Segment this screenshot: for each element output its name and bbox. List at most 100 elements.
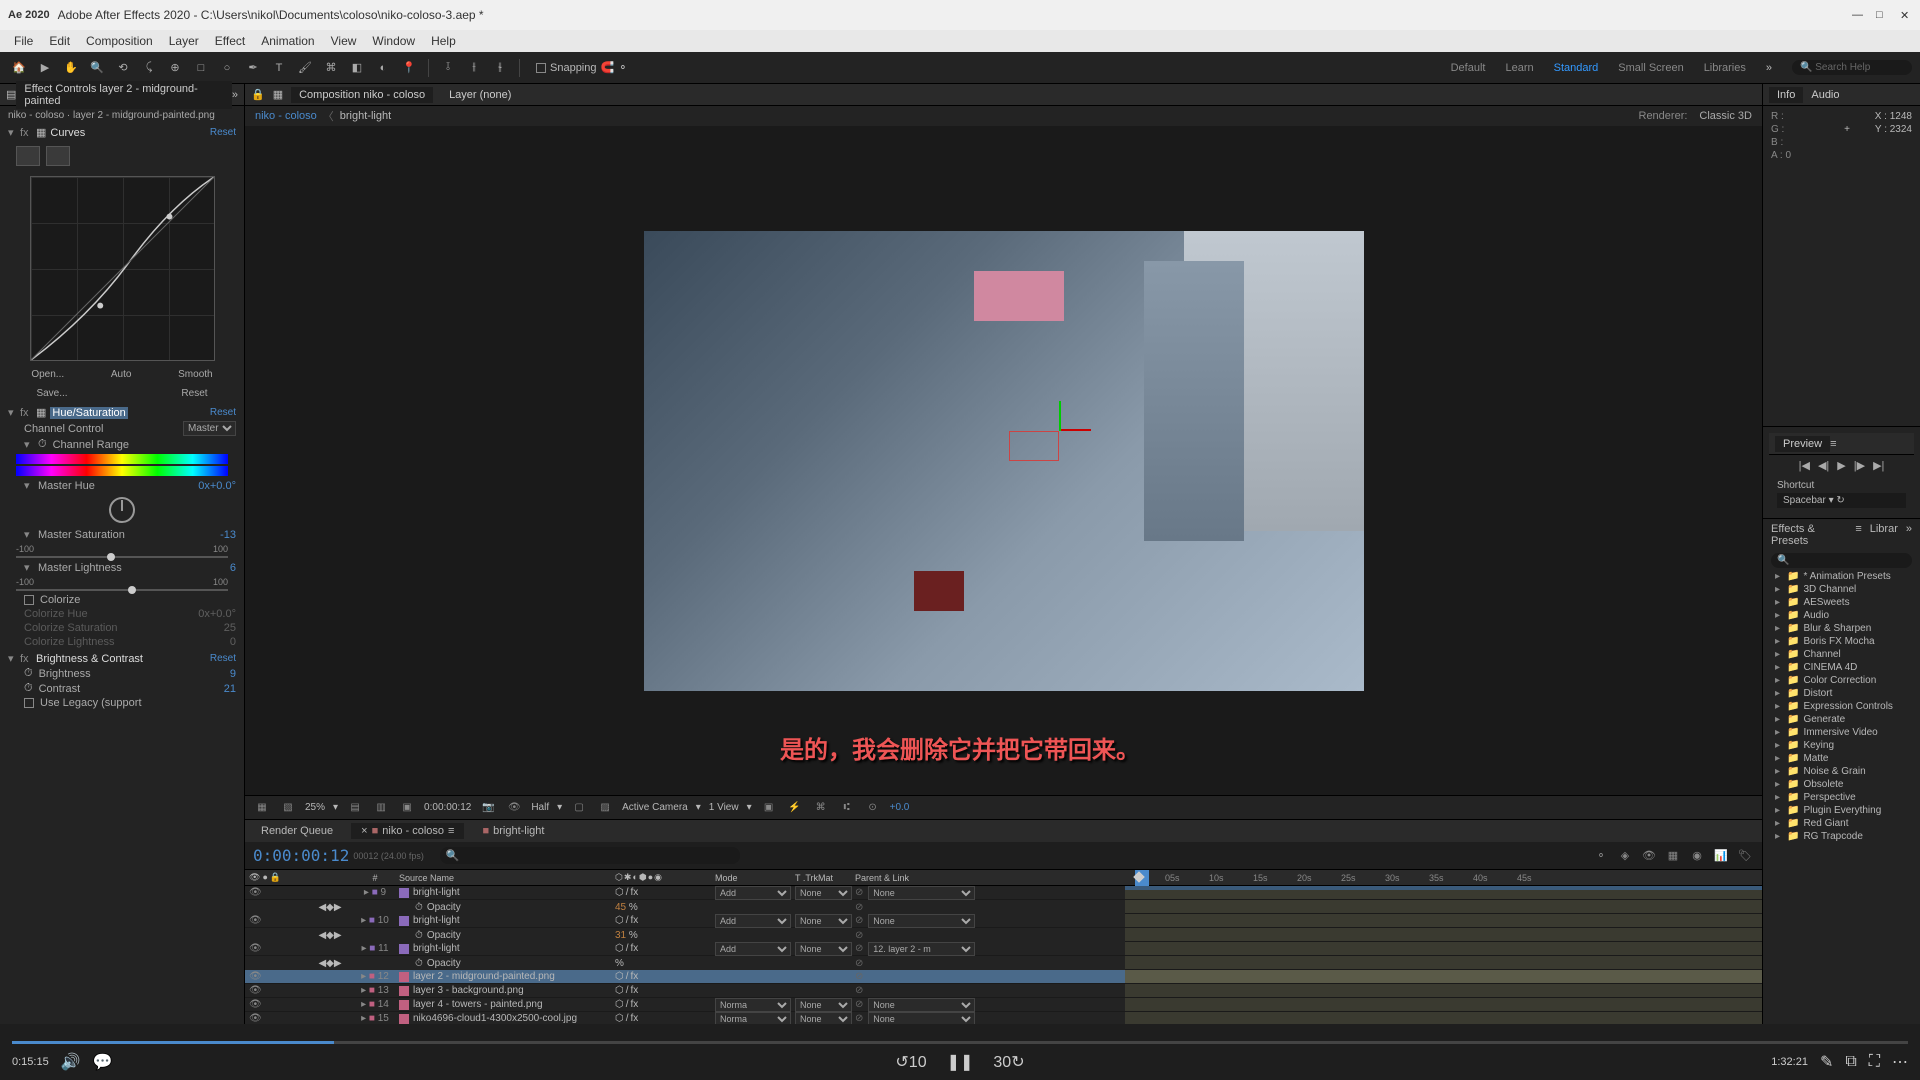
effect-category[interactable]: ▸📁 Generate — [1767, 713, 1916, 726]
eye-icon[interactable]: 👁 — [249, 1013, 261, 1024]
zoom-tool-icon[interactable]: 🔍 — [86, 57, 108, 79]
twirl-icon[interactable]: ▾ — [24, 528, 32, 541]
menu-icon[interactable]: ≡ — [1855, 523, 1861, 547]
effect-category[interactable]: ▸📁 Matte — [1767, 752, 1916, 765]
fx-switch-icon[interactable]: fx — [631, 1013, 639, 1024]
ellipse-tool-icon[interactable]: ○ — [216, 57, 238, 79]
puppet-tool-icon[interactable]: 📍 — [398, 57, 420, 79]
forward-icon[interactable]: 30↻ — [993, 1052, 1024, 1072]
effect-category[interactable]: ▸📁 RG Trapcode — [1767, 830, 1916, 843]
pen-tool-icon[interactable]: ✒ — [242, 57, 264, 79]
fx-switch-icon[interactable]: fx — [631, 971, 639, 982]
selection-bounds[interactable] — [1009, 431, 1059, 461]
effect-category[interactable]: ▸📁 * Animation Presets — [1767, 570, 1916, 583]
fx-switch-icon[interactable]: fx — [631, 985, 639, 996]
layer-property-row[interactable]: ◀◆▶ ⏱ Opacity 31 % ⊘ — [245, 928, 1125, 942]
lightness-slider[interactable] — [16, 589, 228, 591]
twirl-icon[interactable]: ▸ — [1775, 727, 1783, 738]
link-icon[interactable]: ⊘ — [855, 902, 867, 913]
contrast-value[interactable]: 21 — [224, 683, 236, 695]
layer-row[interactable]: 👁 ▸ ■ 15 niko4696-cloud1-4300x2500-cool.… — [245, 1012, 1125, 1024]
opacity-value[interactable]: 45 — [615, 902, 626, 913]
workspace-learn[interactable]: Learn — [1505, 62, 1533, 74]
fx-icon[interactable]: fx — [20, 407, 32, 419]
parent-select[interactable]: None — [868, 1012, 975, 1025]
exposure-value[interactable]: +0.0 — [890, 802, 910, 813]
hand-tool-icon[interactable]: ✋ — [60, 57, 82, 79]
layer-row[interactable]: 👁 ▸ ■ 12 layer 2 - midground-painted.png… — [245, 970, 1125, 984]
clone-tool-icon[interactable]: ⌘ — [320, 57, 342, 79]
chevron-down-icon[interactable]: ▾ — [557, 802, 562, 813]
link-icon[interactable]: ⊘ — [855, 943, 866, 954]
eye-icon[interactable]: 👁 — [249, 985, 261, 996]
layer-name[interactable]: bright-light — [413, 915, 460, 926]
work-area-bar[interactable] — [1125, 886, 1762, 890]
menu-layer[interactable]: Layer — [161, 34, 207, 48]
composition-tab[interactable]: Composition niko - coloso — [291, 87, 433, 103]
search-help-input[interactable]: 🔍 Search Help — [1792, 60, 1912, 75]
draw-icon[interactable]: ✎ — [1820, 1052, 1833, 1072]
saturation-slider[interactable] — [16, 556, 228, 558]
switch-icon[interactable]: ◐ — [632, 872, 637, 883]
rotate-tool-icon[interactable]: ⤹ — [138, 57, 160, 79]
more-icon[interactable]: » — [1906, 523, 1912, 547]
twirl-icon[interactable]: ▸ — [1775, 714, 1783, 725]
markers-icon[interactable]: 🏷 — [1736, 847, 1754, 865]
switch-icon[interactable]: ⬡ — [615, 872, 623, 883]
colorize-checkbox[interactable] — [24, 595, 34, 605]
track-row[interactable] — [1125, 942, 1762, 956]
trkmat-select[interactable]: None — [795, 914, 852, 928]
twirl-icon[interactable]: ▸ — [1775, 610, 1783, 621]
blend-mode-select[interactable]: Add — [715, 942, 791, 956]
axis2-icon[interactable]: ⫲ — [463, 57, 485, 79]
renderer-value[interactable]: Classic 3D — [1699, 110, 1752, 122]
parent-select[interactable]: None — [868, 914, 975, 928]
stopwatch-icon[interactable]: ⏱ — [415, 958, 423, 969]
close-icon[interactable]: ✕ — [1900, 9, 1912, 21]
twirl-icon[interactable]: ▾ — [8, 652, 16, 665]
effect-category[interactable]: ▸📁 Noise & Grain — [1767, 765, 1916, 778]
libraries-tab[interactable]: Librar — [1870, 523, 1898, 547]
reset-link[interactable]: Reset — [210, 407, 236, 418]
menu-help[interactable]: Help — [423, 34, 464, 48]
timeline-icon[interactable]: ⌘ — [812, 799, 830, 817]
graph-editor-icon[interactable]: 📊 — [1712, 847, 1730, 865]
layer-name[interactable]: bright-light — [413, 887, 460, 898]
effect-category[interactable]: ▸📁 Immersive Video — [1767, 726, 1916, 739]
effect-category[interactable]: ▸📁 Keying — [1767, 739, 1916, 752]
switch-icon[interactable]: / — [626, 999, 629, 1010]
menu-icon[interactable]: ≡ — [1830, 438, 1836, 450]
axis3-icon[interactable]: ⫳ — [489, 57, 511, 79]
curves-mode-bezier[interactable] — [16, 146, 40, 166]
switch-icon[interactable]: / — [626, 985, 629, 996]
twirl-icon[interactable]: ▸ — [1775, 766, 1783, 777]
label-color-icon[interactable]: ■ — [369, 1013, 375, 1024]
workspace-more-icon[interactable]: » — [1766, 62, 1772, 74]
eye-icon[interactable]: 👁 — [249, 887, 261, 898]
track-row[interactable] — [1125, 998, 1762, 1012]
col-source-name[interactable]: Source Name — [395, 873, 615, 883]
link-icon[interactable]: ⊘ — [855, 999, 866, 1010]
hue-range-bottom[interactable] — [16, 466, 228, 476]
twirl-icon[interactable]: ▸ — [1775, 688, 1783, 699]
track-row[interactable] — [1125, 1012, 1762, 1024]
switch-icon[interactable]: / — [626, 915, 629, 926]
transparency-icon[interactable]: ▨ — [596, 799, 614, 817]
reset-link[interactable]: Reset — [210, 653, 236, 664]
track-row[interactable] — [1125, 970, 1762, 984]
brightness-value[interactable]: 9 — [230, 668, 236, 680]
effect-category[interactable]: ▸📁 Audio — [1767, 609, 1916, 622]
track-row[interactable] — [1125, 984, 1762, 998]
layer-name[interactable]: layer 3 - background.png — [413, 985, 524, 996]
menu-composition[interactable]: Composition — [78, 34, 161, 48]
layer-name[interactable]: bright-light — [413, 943, 460, 954]
roi-icon[interactable]: ▢ — [570, 799, 588, 817]
workspace-small[interactable]: Small Screen — [1618, 62, 1683, 74]
layer-tab[interactable]: Layer (none) — [441, 87, 519, 103]
blend-mode-select[interactable]: Add — [715, 886, 791, 900]
rect-tool-icon[interactable]: □ — [190, 57, 212, 79]
twirl-icon[interactable]: ▾ — [24, 479, 32, 492]
pip-icon[interactable]: ⧉ — [1845, 1053, 1856, 1071]
prev-frame-icon[interactable]: ◀| — [1818, 459, 1829, 472]
switch-icon[interactable]: / — [626, 943, 629, 954]
